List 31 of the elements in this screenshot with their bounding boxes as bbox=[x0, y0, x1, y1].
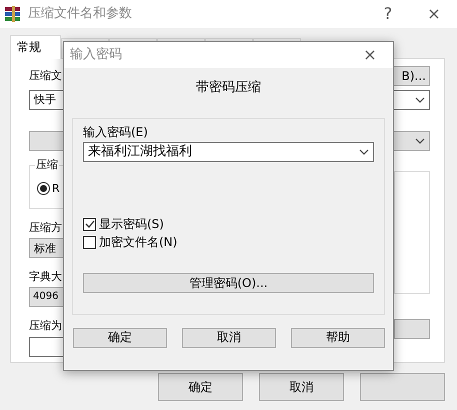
radio-label: R bbox=[52, 182, 60, 196]
field-label: 输入密码(E) bbox=[83, 124, 149, 139]
field-label: 压缩为 bbox=[29, 319, 62, 333]
dialog-button[interactable]: 确定 bbox=[158, 373, 243, 401]
dialog-button[interactable]: 帮助 bbox=[291, 328, 385, 348]
archive-books-icon bbox=[4, 5, 22, 23]
checkbox-label: 加密文件名(N) bbox=[99, 235, 178, 250]
field-label: 压缩方 bbox=[29, 221, 62, 234]
checkbox-label: 显示密码(S) bbox=[99, 216, 164, 232]
password-combo[interactable]: 来福利江湖找福利 bbox=[83, 142, 374, 162]
close-button[interactable]: × bbox=[411, 3, 457, 25]
dialog-button[interactable]: 确定 bbox=[73, 328, 167, 348]
tab[interactable]: 常规 bbox=[10, 35, 61, 59]
help-button[interactable]: ? bbox=[365, 3, 411, 25]
dialog-heading: 带密码压缩 bbox=[195, 80, 262, 96]
window-title: 压缩文件名和参数 bbox=[28, 6, 132, 22]
checkbox[interactable] bbox=[83, 236, 96, 250]
checkbox[interactable] bbox=[83, 218, 96, 231]
combo-value: 标准 bbox=[34, 242, 56, 255]
group-label: 压缩 bbox=[35, 158, 59, 172]
dialog-button[interactable]: 取消 bbox=[182, 328, 276, 348]
dialog-button[interactable]: 取消 bbox=[259, 373, 344, 401]
radio-button[interactable] bbox=[37, 182, 50, 196]
dialog-title: 输入密码 bbox=[70, 47, 122, 63]
combo-value: 来福利江湖找福利 bbox=[88, 144, 192, 160]
combo-value: 4096 bbox=[33, 291, 58, 304]
manage-passwords-button[interactable]: 管理密码(O)... bbox=[83, 272, 374, 293]
close-button[interactable]: × bbox=[347, 44, 393, 66]
field-label: 压缩文 bbox=[29, 69, 62, 83]
combo-value: 快手 bbox=[34, 93, 56, 107]
field-label: 字典大 bbox=[29, 270, 62, 284]
